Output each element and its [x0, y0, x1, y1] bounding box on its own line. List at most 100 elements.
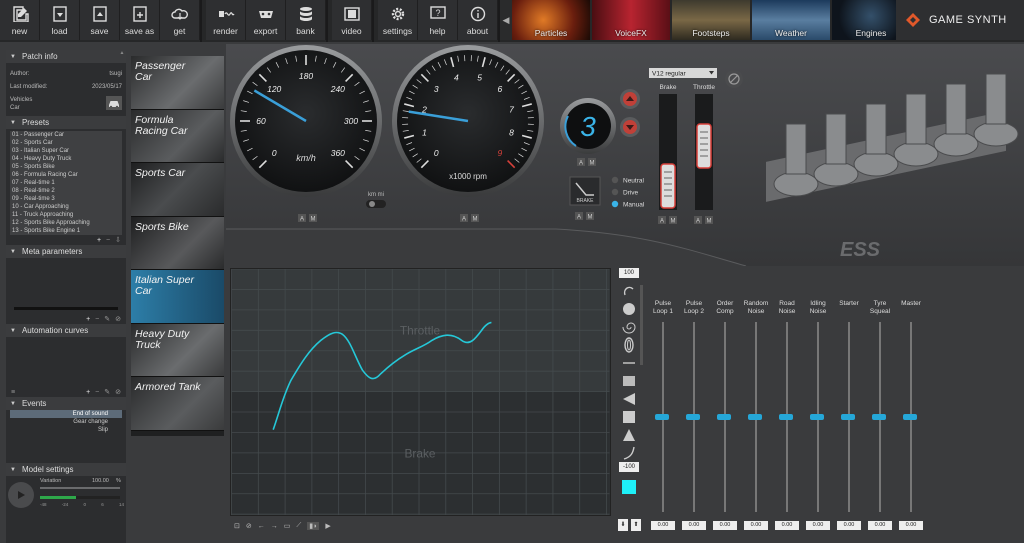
event-item[interactable]: Slip [10, 426, 122, 434]
events-header[interactable]: ▼ Events [6, 397, 126, 410]
mixer-fader-5[interactable]: Idling Noise 0.00 [803, 300, 833, 536]
play-button[interactable] [8, 482, 34, 508]
frame-icon[interactable]: ▭ [284, 522, 291, 530]
preset-item[interactable]: 03 - Italian Super Car [10, 147, 122, 155]
fader-value[interactable]: 0.00 [899, 521, 923, 530]
preset-item[interactable]: 05 - Sports Bike [10, 163, 122, 171]
fader-value[interactable]: 0.00 [713, 521, 737, 530]
remove-preset-icon[interactable]: − [106, 237, 110, 244]
mixer-fader-7[interactable]: Tyre Squeal 0.00 [865, 300, 895, 536]
radio-manual[interactable] [611, 200, 619, 208]
radio-neutral[interactable] [611, 176, 619, 184]
vehicle-preset-5[interactable]: Heavy Duty Truck [131, 323, 224, 377]
mixer-fader-4[interactable]: Road Noise 0.00 [772, 300, 802, 536]
throttle-pedal-slider[interactable] [695, 94, 713, 210]
bank-button[interactable]: bank [286, 0, 326, 40]
fader-value[interactable]: 0.00 [868, 521, 892, 530]
get-button[interactable]: get [160, 0, 200, 40]
automation-graph[interactable]: Throttle Brake [230, 268, 611, 516]
triangle-shape-icon[interactable] [614, 426, 644, 444]
edit-meta-icon[interactable]: ✎ [104, 315, 110, 323]
vehicle-preset-6[interactable]: Armored Tank [131, 377, 224, 431]
fader-knob[interactable] [717, 414, 731, 420]
preset-item[interactable]: 10 - Car Approaching [10, 203, 122, 211]
fader-knob[interactable] [872, 414, 886, 420]
render-button[interactable]: render [206, 0, 246, 40]
new-button[interactable]: new [0, 0, 40, 40]
no-snap-icon[interactable]: ⊘ [246, 522, 252, 530]
model-footsteps[interactable]: Footsteps [672, 0, 750, 40]
fader-value[interactable]: 0.00 [744, 521, 768, 530]
preset-item[interactable]: 02 - Sports Car [10, 139, 122, 147]
fader-knob[interactable] [841, 414, 855, 420]
fader-value[interactable]: 0.00 [682, 521, 706, 530]
play-small-icon[interactable]: ▶ [325, 522, 330, 530]
palette-scrollbar[interactable] [640, 285, 643, 365]
models-scroll-left-icon[interactable]: ◀ [500, 0, 512, 40]
load-shape-icon[interactable]: ⬆ [631, 519, 641, 531]
mixer-fader-1[interactable]: Pulse Loop 2 0.00 [679, 300, 709, 536]
save-button[interactable]: save [80, 0, 120, 40]
add-curve-icon[interactable]: + [86, 389, 90, 396]
add-meta-icon[interactable]: + [86, 316, 90, 323]
fader-knob[interactable] [779, 414, 793, 420]
vehicle-preset-2[interactable]: Sports Car [131, 163, 224, 217]
remove-curve-icon[interactable]: − [95, 389, 99, 396]
radio-drive[interactable] [611, 188, 619, 196]
patch-info-header[interactable]: ▼ Patch info [6, 50, 126, 63]
ramp-shape-icon[interactable] [614, 390, 644, 408]
event-item[interactable]: Gear change [10, 418, 122, 426]
mixer-fader-0[interactable]: Pulse Loop 1 0.00 [648, 300, 678, 536]
model-particles[interactable]: Particles [512, 0, 590, 40]
event-item[interactable]: End of sound [10, 410, 122, 418]
variation-slider[interactable] [40, 487, 120, 489]
fader-knob[interactable] [655, 414, 669, 420]
preset-item[interactable]: 06 - Formula Racing Car [10, 171, 122, 179]
fader-knob[interactable] [810, 414, 824, 420]
decay-shape-icon[interactable] [614, 444, 644, 462]
fader-knob[interactable] [686, 414, 700, 420]
engine-type-select[interactable]: V12 regular [649, 68, 717, 78]
presets-header[interactable]: ▼ Presets [6, 116, 126, 129]
preset-item[interactable]: 11 - Truck Approaching [10, 211, 122, 219]
preset-item[interactable]: 08 - Real-time 2 [10, 187, 122, 195]
save-shape-icon[interactable]: ⬇ [618, 519, 628, 531]
vehicle-preset-4[interactable]: Italian Super Car [131, 270, 224, 324]
preset-item[interactable]: 13 - Sports Bike Engine 1 [10, 227, 122, 235]
add-preset-icon[interactable]: + [97, 237, 101, 244]
load-button[interactable]: load [40, 0, 80, 40]
preset-item[interactable]: 07 - Real-time 1 [10, 179, 122, 187]
model-voicefx[interactable]: VoiceFX [592, 0, 670, 40]
vehicle-preset-1[interactable]: Formula Racing Car [131, 109, 224, 163]
wave-shape-icon[interactable] [614, 372, 644, 390]
vehicle-preset-0[interactable]: Passenger Car [131, 56, 224, 110]
mixer-fader-2[interactable]: Order Comp 0.00 [710, 300, 740, 536]
remove-meta-icon[interactable]: − [95, 316, 99, 323]
meta-slider[interactable] [14, 307, 118, 310]
mixer-fader-8[interactable]: Master 0.00 [896, 300, 926, 536]
left-panel-scrollbar[interactable]: ▲ [118, 50, 126, 543]
fader-value[interactable]: 0.00 [806, 521, 830, 530]
help-button[interactable]: ? help [418, 0, 458, 40]
video-button[interactable]: video [332, 0, 372, 40]
color-swatch[interactable] [622, 480, 636, 494]
preset-item[interactable]: 09 - Real-time 3 [10, 195, 122, 203]
model-settings-header[interactable]: ▼ Model settings [6, 463, 126, 476]
model-weather[interactable]: Weather [752, 0, 830, 40]
mixer-fader-3[interactable]: Random Noise 0.00 [741, 300, 771, 536]
preset-item[interactable]: 12 - Sports Bike Approaching [10, 219, 122, 227]
fader-knob[interactable] [903, 414, 917, 420]
fader-value[interactable]: 0.00 [775, 521, 799, 530]
save-as-button[interactable]: save as [120, 0, 160, 40]
brake-pedal-slider[interactable] [659, 94, 677, 210]
vehicle-preset-3[interactable]: Sports Bike [131, 216, 224, 270]
about-button[interactable]: about [458, 0, 498, 40]
fader-knob[interactable] [748, 414, 762, 420]
record-icon[interactable]: ▮◗ [307, 522, 320, 530]
menu-icon[interactable]: ≡ [6, 389, 15, 396]
fader-value[interactable]: 0.00 [651, 521, 675, 530]
fader-value[interactable]: 0.00 [837, 521, 861, 530]
meta-parameters-header[interactable]: ▼ Meta parameters [6, 245, 126, 258]
zoom-fit-icon[interactable]: ⊡ [234, 522, 240, 530]
palette-bottom-value[interactable]: -100 [619, 462, 639, 472]
